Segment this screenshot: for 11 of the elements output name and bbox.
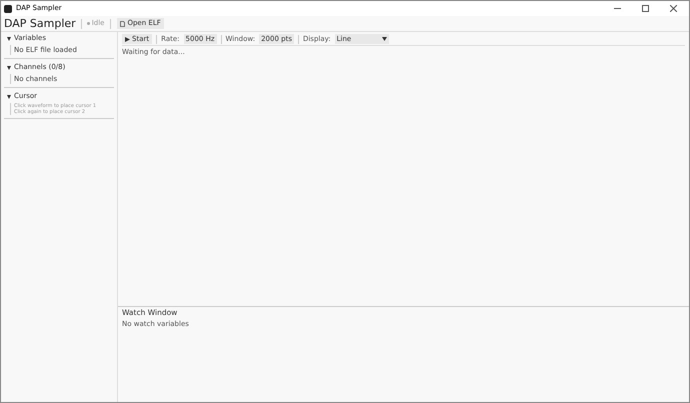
play-icon [125, 36, 130, 42]
caret-icon [7, 94, 11, 98]
maximize-icon[interactable] [642, 5, 649, 12]
minimize-icon[interactable] [614, 5, 621, 12]
app-name: DAP Sampler [4, 18, 76, 29]
caret-icon [382, 37, 387, 41]
app-icon [4, 4, 12, 12]
file-icon [120, 20, 126, 26]
close-icon[interactable] [670, 5, 677, 12]
caret-icon [7, 66, 11, 70]
caret-icon [7, 36, 11, 40]
